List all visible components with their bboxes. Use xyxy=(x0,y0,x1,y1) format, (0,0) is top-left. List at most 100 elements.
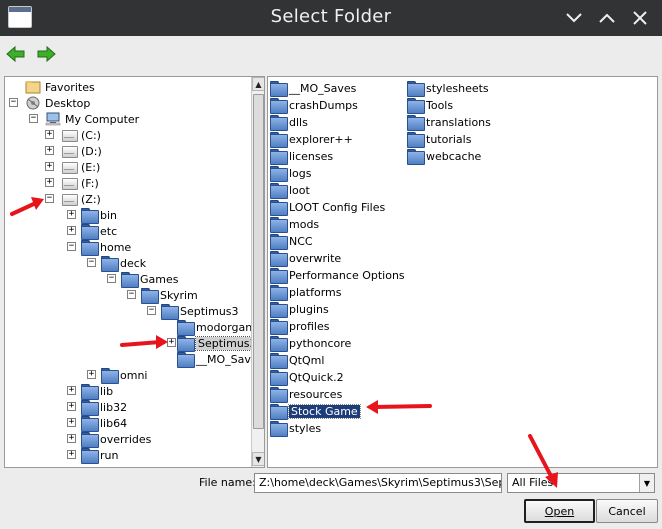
scroll-up-arrow-icon[interactable]: ▲ xyxy=(252,77,264,91)
tree-item[interactable]: + overrides xyxy=(67,431,151,448)
tree-item[interactable]: − Games xyxy=(107,271,179,288)
tree-item-label: (C:) xyxy=(81,128,101,142)
expand-icon[interactable]: + xyxy=(45,178,54,187)
folder-list-label: NCC xyxy=(289,234,313,248)
tree-item-label: (E:) xyxy=(81,160,101,174)
tree-item[interactable]: __MO_Save xyxy=(177,351,258,368)
tree-item[interactable]: + etc xyxy=(67,223,117,240)
folder-icon xyxy=(81,432,99,448)
folder-list-label: Tools xyxy=(426,98,454,112)
folder-list-item[interactable]: crashDumps xyxy=(270,97,358,114)
close-icon[interactable] xyxy=(628,6,652,30)
folder-list-item[interactable]: translations xyxy=(407,114,491,131)
folder-list-item[interactable]: Performance Options xyxy=(270,267,405,284)
folder-list-item[interactable]: plugins xyxy=(270,301,329,318)
folder-list-item[interactable]: profiles xyxy=(270,318,329,335)
tree-item[interactable]: + lib64 xyxy=(67,415,127,432)
collapse-icon[interactable]: − xyxy=(87,258,96,267)
collapse-icon[interactable]: − xyxy=(67,242,76,251)
minimize-icon[interactable] xyxy=(562,6,586,30)
expand-icon[interactable]: + xyxy=(45,130,54,139)
dropdown-arrow-icon[interactable]: ▼ xyxy=(639,474,654,492)
maximize-icon[interactable] xyxy=(595,6,619,30)
scroll-down-arrow-icon[interactable]: ▼ xyxy=(252,452,264,466)
folder-list-label: crashDumps xyxy=(289,98,358,112)
folder-list-item[interactable]: webcache xyxy=(407,148,481,165)
open-button[interactable]: Open xyxy=(524,499,595,523)
file-type-value: All Files xyxy=(512,476,554,489)
tree-item[interactable]: + (C:) xyxy=(45,127,101,143)
expand-icon[interactable]: + xyxy=(87,370,96,379)
folder-list-item[interactable]: explorer++ xyxy=(270,131,353,148)
cancel-button[interactable]: Cancel xyxy=(596,499,658,523)
expand-icon[interactable]: + xyxy=(45,146,54,155)
folder-list-item[interactable]: licenses xyxy=(270,148,333,165)
expand-icon[interactable]: + xyxy=(45,162,54,171)
folder-tree-panel[interactable]: Favorites − Desktop − My Computer + (C:) + (D:) +… xyxy=(4,76,265,468)
folder-list-item[interactable]: dlls xyxy=(270,114,308,131)
folder-list-item[interactable]: __MO_Saves xyxy=(270,80,356,97)
tree-item[interactable]: + (E:) xyxy=(45,159,101,175)
tree-item[interactable]: − (Z:) xyxy=(45,191,101,207)
tree-item[interactable]: + lib32 xyxy=(67,399,127,416)
tree-vertical-scrollbar[interactable]: ▲ ▼ xyxy=(251,77,264,467)
tree-item-label: Games xyxy=(140,272,179,286)
folder-list-item[interactable]: Tools xyxy=(407,97,454,114)
tree-item[interactable]: − Septimus3 xyxy=(147,303,239,320)
folder-list-item[interactable]: NCC xyxy=(270,233,313,250)
file-name-label: File name: xyxy=(199,476,256,489)
file-type-select[interactable]: All Files ▼ xyxy=(507,473,655,493)
collapse-icon[interactable]: − xyxy=(9,98,18,107)
collapse-icon[interactable]: − xyxy=(107,274,116,283)
folder-list-item[interactable]: pythoncore xyxy=(270,335,351,352)
tree-item[interactable]: − home xyxy=(67,239,131,256)
expand-icon[interactable]: + xyxy=(67,210,76,219)
folder-list-item[interactable]: mods xyxy=(270,216,319,233)
tree-item[interactable]: Favorites xyxy=(25,79,95,95)
drive-icon xyxy=(61,128,78,142)
folder-list-item[interactable]: QtQuick.2 xyxy=(270,369,344,386)
tree-item[interactable]: + (F:) xyxy=(45,175,99,191)
folder-icon xyxy=(270,336,288,352)
folder-list-item[interactable]: QtQml xyxy=(270,352,324,369)
folder-list-item[interactable]: platforms xyxy=(270,284,341,301)
tree-item[interactable]: + (D:) xyxy=(45,143,102,159)
folder-icon xyxy=(81,224,99,240)
folder-list-item[interactable]: Stock Game xyxy=(270,403,361,420)
forward-arrow-icon[interactable] xyxy=(36,45,58,65)
expand-icon[interactable]: + xyxy=(67,386,76,395)
folder-list-item[interactable]: styles xyxy=(270,420,321,437)
tree-item[interactable]: + bin xyxy=(67,207,117,224)
folder-list-item[interactable]: overwrite xyxy=(270,250,341,267)
file-name-input[interactable]: Z:\home\deck\Games\Skyrim\Septimus3\Sept… xyxy=(254,473,502,493)
tree-item[interactable]: − deck xyxy=(87,255,146,272)
scrollbar-thumb[interactable] xyxy=(253,94,264,429)
tree-item[interactable]: + lib xyxy=(67,383,113,400)
expand-icon[interactable]: + xyxy=(167,338,176,347)
expand-icon[interactable]: + xyxy=(67,418,76,427)
collapse-icon[interactable]: − xyxy=(29,114,38,123)
folder-list-item[interactable]: tutorials xyxy=(407,131,471,148)
drive-icon xyxy=(61,160,78,174)
tree-item[interactable]: − Skyrim xyxy=(127,287,198,304)
folder-contents-panel[interactable]: __MO_Saves crashDumps dlls explorer++ licens… xyxy=(267,76,658,468)
collapse-icon[interactable]: − xyxy=(127,290,136,299)
collapse-icon[interactable]: − xyxy=(147,306,156,315)
folder-list-item[interactable]: loot xyxy=(270,182,310,199)
collapse-icon[interactable]: − xyxy=(45,194,54,203)
folder-list-item[interactable]: logs xyxy=(270,165,312,182)
tree-item[interactable]: + Septimus3- xyxy=(167,335,264,352)
tree-item[interactable]: − Desktop xyxy=(9,95,90,111)
folder-list-item[interactable]: resources xyxy=(270,386,342,403)
expand-icon[interactable]: + xyxy=(67,402,76,411)
folder-list-item[interactable]: stylesheets xyxy=(407,80,489,97)
folder-list-item[interactable]: LOOT Config Files xyxy=(270,199,385,216)
expand-icon[interactable]: + xyxy=(67,434,76,443)
back-arrow-icon[interactable] xyxy=(6,45,28,65)
tree-item[interactable]: + omni xyxy=(87,367,147,384)
expand-icon[interactable]: + xyxy=(67,450,76,459)
tree-item[interactable]: modorganiz xyxy=(177,319,261,336)
tree-item[interactable]: + run xyxy=(67,447,118,464)
tree-item[interactable]: − My Computer xyxy=(29,111,139,127)
expand-icon[interactable]: + xyxy=(67,226,76,235)
